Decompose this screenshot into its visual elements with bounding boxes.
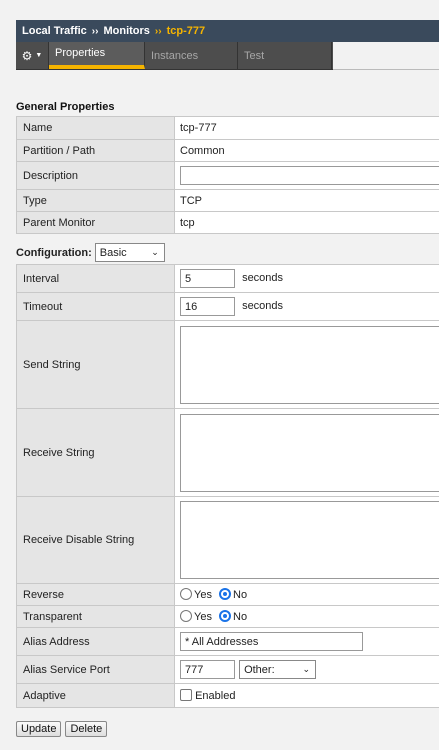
- row-transparent: Transparent Yes No: [16, 605, 439, 628]
- timeout-input[interactable]: [180, 297, 235, 316]
- breadcrumb: Local Traffic ›› Monitors ›› tcp-777: [16, 20, 439, 42]
- transparent-yes-radio[interactable]: [180, 610, 192, 622]
- partition-value: Common: [174, 139, 439, 162]
- breadcrumb-current: tcp-777: [166, 25, 206, 37]
- interval-label: Interval: [16, 264, 175, 293]
- receive-disable-string-label: Receive Disable String: [16, 496, 175, 584]
- configuration-header: Configuration: Basic ⌄: [16, 243, 165, 262]
- chevron-down-icon: ⌄: [302, 664, 311, 674]
- transparent-yes-label: Yes: [194, 611, 212, 623]
- description-label: Description: [16, 161, 175, 190]
- alias-service-port-input[interactable]: [180, 660, 235, 679]
- name-label: Name: [16, 116, 175, 140]
- breadcrumb-separator: ››: [91, 25, 99, 37]
- adaptive-label: Adaptive: [16, 683, 175, 708]
- tab-bar: ⚙ ▼ Properties Instances Test: [16, 42, 333, 70]
- tab-bar-underline: [333, 42, 439, 70]
- send-string-label: Send String: [16, 320, 175, 409]
- configuration-table: Interval seconds Timeout seconds Send St…: [16, 264, 439, 708]
- timeout-label: Timeout: [16, 292, 175, 321]
- configuration-label: Configuration:: [16, 246, 92, 259]
- delete-button[interactable]: Delete: [65, 721, 108, 737]
- tab-properties[interactable]: Properties: [49, 42, 145, 69]
- transparent-no-label: No: [233, 611, 248, 623]
- form-actions: Update Delete: [16, 721, 108, 737]
- adaptive-checkbox[interactable]: [180, 689, 192, 701]
- interval-input[interactable]: [180, 269, 235, 288]
- row-receive-string: Receive String: [16, 408, 439, 497]
- reverse-yes-radio[interactable]: [180, 588, 192, 600]
- partition-label: Partition / Path: [16, 139, 175, 162]
- alias-address-label: Alias Address: [16, 627, 175, 656]
- row-adaptive: Adaptive Enabled: [16, 683, 439, 708]
- general-properties-table: Name tcp-777 Partition / Path Common Des…: [16, 116, 439, 234]
- alias-service-port-select[interactable]: Other: ⌄: [239, 660, 317, 679]
- name-value: tcp-777: [174, 116, 439, 140]
- alias-service-port-label: Alias Service Port: [16, 655, 175, 684]
- parent-monitor-label: Parent Monitor: [16, 211, 175, 234]
- reverse-no-label: No: [233, 589, 248, 601]
- adaptive-option-label: Enabled: [195, 690, 236, 702]
- reverse-no-radio[interactable]: [219, 588, 232, 600]
- gear-menu-button[interactable]: ⚙ ▼: [16, 42, 49, 69]
- breadcrumb-section[interactable]: Monitors: [103, 25, 149, 37]
- receive-disable-string-textarea[interactable]: [180, 501, 439, 579]
- timeout-unit: seconds: [242, 300, 284, 313]
- reverse-label: Reverse: [16, 583, 175, 606]
- update-button[interactable]: Update: [16, 721, 62, 737]
- breadcrumb-separator: ››: [154, 25, 162, 37]
- receive-string-textarea[interactable]: [180, 413, 439, 492]
- receive-string-label: Receive String: [16, 408, 175, 497]
- send-string-textarea[interactable]: [180, 325, 439, 404]
- row-alias-service-port: Alias Service Port Other:⌄: [16, 655, 439, 684]
- interval-unit: seconds: [242, 272, 284, 285]
- type-value: TCP: [174, 189, 439, 212]
- breadcrumb-root[interactable]: Local Traffic: [22, 25, 87, 37]
- row-name: Name tcp-777: [16, 116, 439, 140]
- row-description: Description: [16, 161, 439, 190]
- reverse-yes-label: Yes: [194, 589, 212, 601]
- row-send-string: Send String: [16, 320, 439, 409]
- row-receive-disable-string: Receive Disable String: [16, 496, 439, 584]
- row-alias-address: Alias Address: [16, 627, 439, 656]
- row-type: Type TCP: [16, 189, 439, 212]
- configuration-mode-select[interactable]: Basic ⌄: [94, 243, 165, 262]
- description-input[interactable]: [180, 166, 439, 185]
- row-reverse: Reverse Yes No: [16, 583, 439, 606]
- transparent-label: Transparent: [16, 605, 175, 628]
- row-parent-monitor: Parent Monitor tcp: [16, 211, 439, 234]
- transparent-no-radio[interactable]: [219, 610, 232, 622]
- row-interval: Interval seconds: [16, 264, 439, 293]
- caret-down-icon: ▼: [35, 52, 43, 59]
- alias-address-input[interactable]: [180, 632, 363, 651]
- row-partition: Partition / Path Common: [16, 139, 439, 162]
- general-properties-title: General Properties: [16, 101, 115, 113]
- gear-icon: ⚙: [21, 48, 33, 63]
- chevron-down-icon: ⌄: [151, 247, 159, 257]
- row-timeout: Timeout seconds: [16, 292, 439, 321]
- tab-test[interactable]: Test: [238, 42, 332, 69]
- type-label: Type: [16, 189, 175, 212]
- tab-instances[interactable]: Instances: [145, 42, 238, 69]
- parent-monitor-value: tcp: [174, 211, 439, 234]
